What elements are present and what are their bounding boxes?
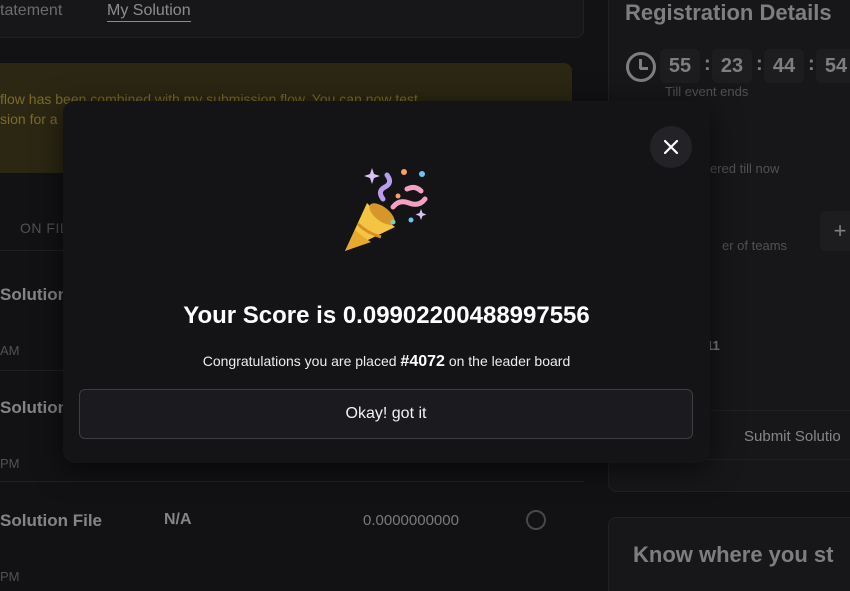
close-button[interactable] bbox=[650, 126, 692, 168]
okay-got-it-button[interactable]: Okay! got it bbox=[79, 389, 693, 439]
score-modal: Your Score is 0.09902200488997556 Congra… bbox=[63, 101, 710, 463]
score-heading: Your Score is 0.09902200488997556 bbox=[183, 302, 590, 329]
party-popper-icon bbox=[345, 168, 428, 251]
placement-suffix: on the leader board bbox=[448, 353, 571, 369]
placement-message: Congratulations you are placed #4072 on … bbox=[63, 353, 710, 371]
leaderboard-rank: #4072 bbox=[400, 353, 445, 370]
placement-prefix: Congratulations you are placed bbox=[202, 353, 397, 369]
close-icon bbox=[663, 139, 679, 155]
